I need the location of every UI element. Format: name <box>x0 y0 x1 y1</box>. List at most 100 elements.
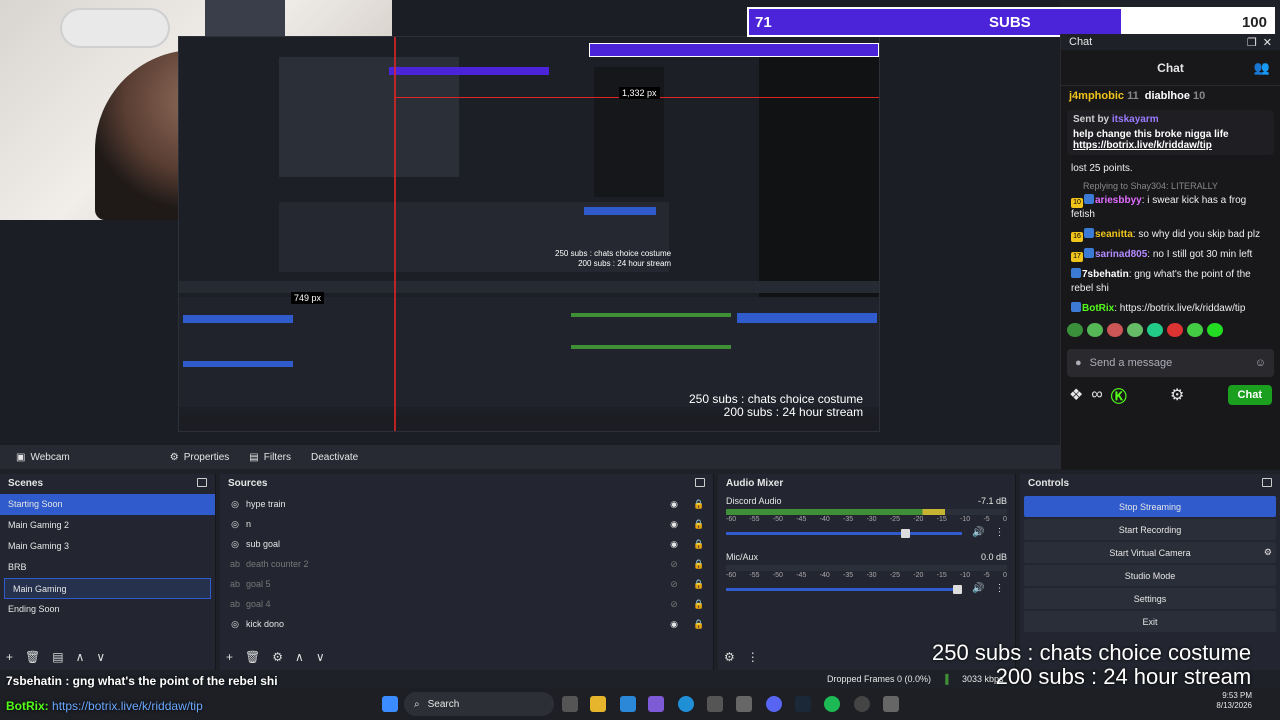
eye-closed-icon[interactable]: ⊘ <box>669 599 679 610</box>
gifter-name[interactable]: j4mphobic <box>1069 90 1124 102</box>
task-view-icon[interactable] <box>562 696 578 712</box>
source-item[interactable]: ◎ n ◉ 🔒 <box>220 514 713 534</box>
chat-username[interactable]: BotRix <box>1082 303 1114 314</box>
chat-send-button[interactable]: Chat <box>1227 385 1272 405</box>
gear-icon[interactable]: ⚙ <box>724 650 735 664</box>
eye-closed-icon[interactable]: ⊘ <box>669 579 679 590</box>
discord-icon[interactable] <box>766 696 782 712</box>
gear-icon[interactable]: ⚙ <box>1170 385 1184 405</box>
channel-db: -7.1 dB <box>977 496 1007 506</box>
settings-icon[interactable] <box>883 696 899 712</box>
scene-item[interactable]: Main Gaming 2 <box>0 515 215 536</box>
deactivate-button[interactable]: Deactivate <box>303 449 366 466</box>
chat-username[interactable]: 7sbehatin <box>1082 269 1129 280</box>
chat-username[interactable]: seanitta <box>1095 229 1133 240</box>
users-icon[interactable]: 👥 <box>1254 60 1270 76</box>
properties-button[interactable]: ⚙ Properties <box>162 449 238 466</box>
source-item[interactable]: ◎ hype train ◉ 🔒 <box>220 494 713 514</box>
gear-icon[interactable]: ⚙ <box>272 650 283 664</box>
popout-icon[interactable] <box>197 478 207 487</box>
lock-icon[interactable]: 🔒 <box>693 539 704 550</box>
up-icon[interactable]: ∧ <box>76 650 85 664</box>
points-icon[interactable]: ❖ <box>1069 385 1083 405</box>
chat-username[interactable]: sarinad805 <box>1095 249 1147 260</box>
eye-icon[interactable]: ◉ <box>669 519 679 530</box>
scene-item[interactable]: Ending Soon <box>0 599 215 620</box>
clock[interactable]: 9:53 PM 8/13/2026 <box>1216 691 1252 712</box>
volume-slider[interactable] <box>726 529 962 538</box>
app-icon[interactable] <box>736 696 752 712</box>
source-label: death counter 2 <box>246 559 309 569</box>
chat-input[interactable]: ● Send a message ☺ <box>1067 349 1274 377</box>
control-button[interactable]: Start Recording <box>1024 519 1276 540</box>
lock-icon[interactable]: 🔒 <box>693 559 704 570</box>
channel-db: 0.0 dB <box>980 552 1007 562</box>
lock-icon[interactable]: 🔒 <box>693 499 704 510</box>
gear-icon[interactable]: ⚙ <box>1264 547 1272 558</box>
eye-icon[interactable]: ◉ <box>669 619 679 630</box>
control-button[interactable]: Settings <box>1024 588 1276 609</box>
popout-icon[interactable] <box>1262 478 1272 487</box>
eye-icon[interactable]: ◉ <box>669 539 679 550</box>
controls-title: Controls <box>1028 478 1070 489</box>
control-button[interactable]: Exit <box>1024 611 1276 632</box>
down-icon[interactable]: ∨ <box>96 650 105 664</box>
source-item[interactable]: ◎ sub goal ◉ 🔒 <box>220 534 713 554</box>
nested-subs-bar <box>389 67 549 75</box>
volume-slider[interactable] <box>726 585 962 594</box>
control-button[interactable]: Start Virtual Camera ⚙ <box>1024 542 1276 563</box>
add-icon[interactable]: + <box>6 650 13 664</box>
close-icon[interactable]: ✕ <box>1263 36 1272 49</box>
source-item[interactable]: ◎ kick dono ◉ 🔒 <box>220 614 713 634</box>
infinity-icon[interactable]: ∞ <box>1091 386 1102 404</box>
gifter-name[interactable]: diablhoe <box>1145 90 1190 102</box>
source-item[interactable]: ab death counter 2 ⊘ 🔒 <box>220 554 713 574</box>
down-icon[interactable]: ∨ <box>316 650 325 664</box>
edge-icon[interactable] <box>678 696 694 712</box>
channel-name: Mic/Aux <box>726 552 759 562</box>
source-item[interactable]: ab goal 5 ⊘ 🔒 <box>220 574 713 594</box>
pinned-link[interactable]: https://botrix.live/k/riddaw/tip <box>1073 140 1268 151</box>
up-icon[interactable]: ∧ <box>295 650 304 664</box>
lock-icon[interactable]: 🔒 <box>693 519 704 530</box>
lock-icon[interactable]: 🔒 <box>693 599 704 610</box>
windows-start-icon[interactable] <box>382 696 398 712</box>
source-item[interactable]: ab goal 4 ⊘ 🔒 <box>220 594 713 614</box>
scene-item[interactable]: BRB <box>0 557 215 578</box>
trash-icon[interactable]: 🗑 <box>245 650 260 664</box>
control-button[interactable]: Stop Streaming <box>1024 496 1276 517</box>
obs-icon[interactable] <box>854 696 870 712</box>
scene-item[interactable]: Starting Soon <box>0 494 215 515</box>
emoji-icon[interactable]: ☺ <box>1255 357 1266 369</box>
popout-icon[interactable] <box>695 478 705 487</box>
copilot-icon[interactable] <box>620 696 636 712</box>
file-explorer-icon[interactable] <box>590 696 606 712</box>
more-icon[interactable]: ⋮ <box>994 527 1004 538</box>
trash-icon[interactable]: 🗑 <box>25 650 40 664</box>
popout-icon[interactable]: ❐ <box>1247 36 1257 49</box>
eye-closed-icon[interactable]: ⊘ <box>669 559 679 570</box>
lock-icon[interactable]: 🔒 <box>693 579 704 590</box>
speaker-icon[interactable]: 🔊 <box>972 583 984 594</box>
store-icon[interactable] <box>707 696 723 712</box>
scene-item[interactable]: Main Gaming <box>4 578 211 599</box>
add-icon[interactable]: + <box>226 650 233 664</box>
filters-button[interactable]: ▤ Filters <box>241 449 299 466</box>
speaker-icon[interactable]: 🔊 <box>972 527 984 538</box>
app-icon[interactable] <box>648 696 664 712</box>
chat-dock-title: Chat <box>1069 36 1093 48</box>
gear-icon: ⚙ <box>169 451 179 463</box>
taskbar-search[interactable]: ⌕ Search <box>404 692 554 716</box>
chat-username[interactable]: ariesbbyy <box>1095 195 1142 206</box>
kick-logo-icon[interactable]: Ⓚ <box>1111 383 1127 407</box>
more-icon[interactable]: ⋮ <box>994 583 1004 594</box>
lock-icon[interactable]: 🔒 <box>693 619 704 630</box>
control-button[interactable]: Studio Mode <box>1024 565 1276 586</box>
scene-item[interactable]: Main Gaming 3 <box>0 536 215 557</box>
pinned-message: Sent by itskayarm help change this broke… <box>1067 110 1274 155</box>
filter-icon[interactable]: ▤ <box>52 650 63 664</box>
spotify-icon[interactable] <box>824 696 840 712</box>
more-icon[interactable]: ⋮ <box>747 650 759 664</box>
eye-icon[interactable]: ◉ <box>669 499 679 510</box>
steam-icon[interactable] <box>795 696 811 712</box>
